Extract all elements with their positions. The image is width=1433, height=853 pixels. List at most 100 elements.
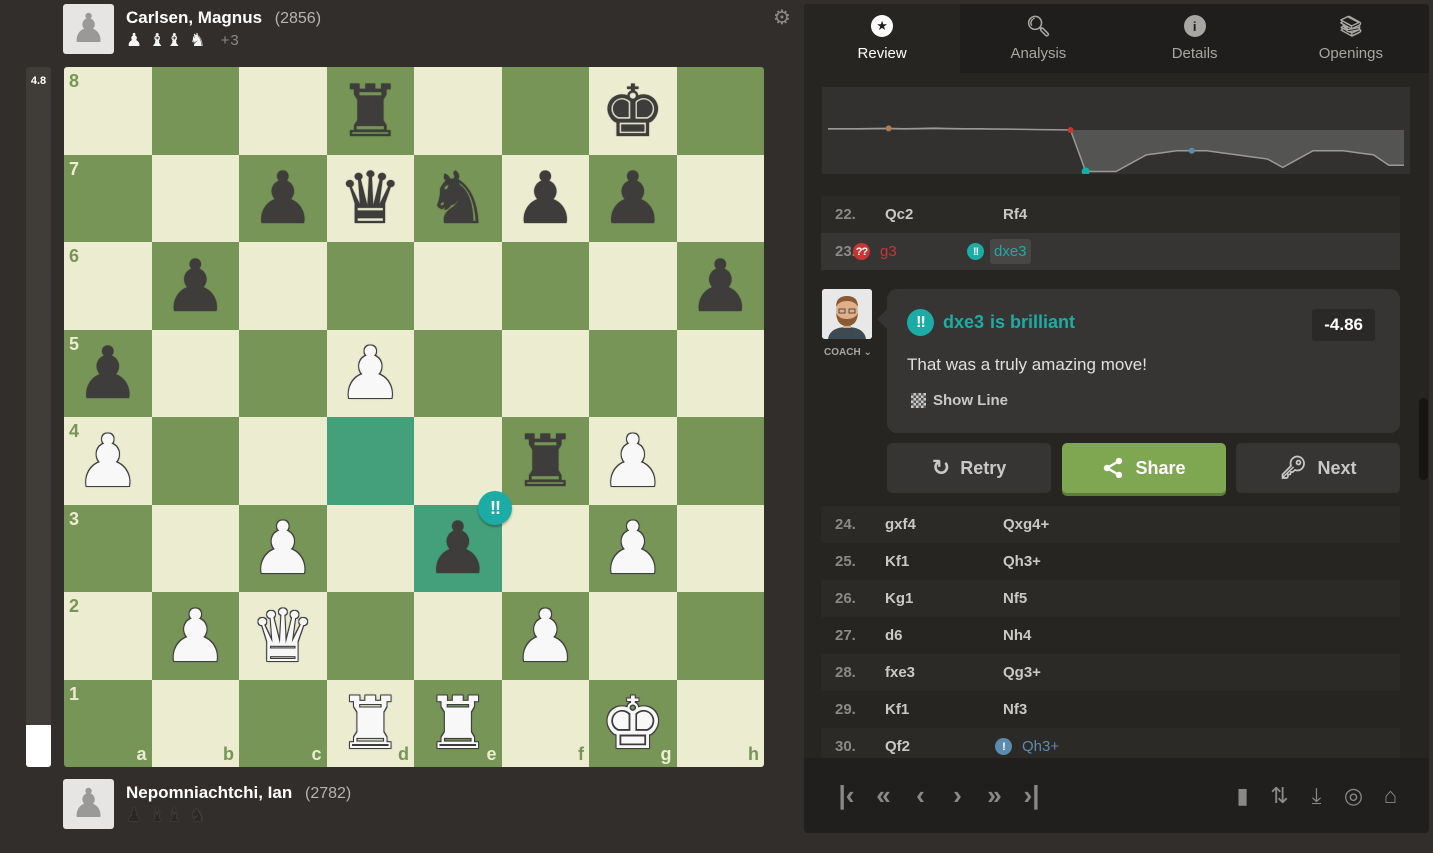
- top-player-name[interactable]: Carlsen, Magnus: [126, 8, 262, 27]
- square-b5[interactable]: [151, 329, 239, 417]
- black-queen-piece[interactable]: ♛: [338, 162, 403, 234]
- bottom-player-name[interactable]: Nepomniachtchi, Ian: [126, 783, 292, 802]
- square-e6[interactable]: [414, 242, 502, 330]
- black-rook-piece[interactable]: ♜: [513, 425, 578, 497]
- square-g6[interactable]: [589, 242, 677, 330]
- square-e8[interactable]: [414, 67, 502, 155]
- square-d3[interactable]: [326, 504, 414, 592]
- white-king-piece[interactable]: ♚: [600, 687, 665, 759]
- square-f5[interactable]: [501, 329, 589, 417]
- white-move[interactable]: fxe3: [881, 660, 919, 685]
- black-move[interactable]: Qg3+: [999, 660, 1045, 685]
- chess-board[interactable]: 8 ♜ ♚ 7 ♟ ♛ ♞ ♟ ♟ 6 ♟ ♟ 5 ♟ ♟ 4 ♟ ♜ ♟ 3 ♟ ♟ ♟ 2 ♟ ♛ ♟ 1 a b c d ♜ e ♜ f g ♚ h: [64, 67, 764, 767]
- back-5-button[interactable]: «: [865, 780, 902, 811]
- square-c7[interactable]: ♟: [239, 154, 327, 242]
- square-b4[interactable]: [151, 417, 239, 505]
- square-c6[interactable]: [239, 242, 327, 330]
- top-player-avatar[interactable]: ♟: [63, 4, 114, 54]
- square-g5[interactable]: [589, 329, 677, 417]
- white-pawn-piece[interactable]: ♟: [600, 425, 665, 497]
- show-line-button[interactable]: Show Line: [911, 392, 1008, 409]
- square-f7[interactable]: ♟: [501, 154, 589, 242]
- bottom-player-avatar[interactable]: ♟: [63, 779, 114, 829]
- tab-details[interactable]: i Details: [1117, 4, 1273, 73]
- square-h3[interactable]: [676, 504, 764, 592]
- square-g2[interactable]: [589, 592, 677, 680]
- square-d2[interactable]: [326, 592, 414, 680]
- next-move-button[interactable]: ›: [939, 780, 976, 811]
- forward-5-button[interactable]: »: [976, 780, 1013, 811]
- square-g1[interactable]: g ♚: [589, 679, 677, 767]
- square-e7[interactable]: ♞: [414, 154, 502, 242]
- white-pawn-piece[interactable]: ♟: [600, 512, 665, 584]
- white-move[interactable]: g3: [876, 239, 901, 264]
- white-queen-piece[interactable]: ♛: [250, 600, 315, 672]
- black-move[interactable]: Qh3+: [999, 549, 1045, 574]
- settings-gear-icon[interactable]: ⚙: [773, 8, 793, 28]
- square-h8[interactable]: [676, 67, 764, 155]
- white-move[interactable]: gxf4: [881, 512, 920, 537]
- square-f6[interactable]: [501, 242, 589, 330]
- white-move[interactable]: Kf1: [881, 549, 913, 574]
- black-pawn-piece[interactable]: ♟: [250, 162, 315, 234]
- white-move[interactable]: Kf1: [881, 697, 913, 722]
- black-move[interactable]: Nf5: [999, 586, 1031, 611]
- square-b3[interactable]: [151, 504, 239, 592]
- evaluation-graph[interactable]: [822, 87, 1410, 174]
- square-f2[interactable]: ♟: [501, 592, 589, 680]
- square-e5[interactable]: [414, 329, 502, 417]
- white-pawn-piece[interactable]: ♟: [513, 600, 578, 672]
- black-move[interactable]: Qh3+: [1018, 734, 1063, 759]
- black-move[interactable]: Qxg4+: [999, 512, 1053, 537]
- square-b2[interactable]: ♟: [151, 592, 239, 680]
- square-g8[interactable]: ♚: [589, 67, 677, 155]
- square-c5[interactable]: [239, 329, 327, 417]
- square-f8[interactable]: [501, 67, 589, 155]
- black-pawn-piece[interactable]: ♟: [600, 162, 665, 234]
- square-h7[interactable]: [676, 154, 764, 242]
- square-d5[interactable]: ♟: [326, 329, 414, 417]
- square-f3[interactable]: [501, 504, 589, 592]
- share-button[interactable]: Share: [1061, 443, 1226, 493]
- retry-button[interactable]: ↻ Retry: [887, 443, 1051, 493]
- square-c3[interactable]: ♟: [239, 504, 327, 592]
- square-d1[interactable]: d ♜: [326, 679, 414, 767]
- square-h1[interactable]: h: [676, 679, 764, 767]
- square-d7[interactable]: ♛: [326, 154, 414, 242]
- white-pawn-piece[interactable]: ♟: [75, 425, 140, 497]
- white-pawn-piece[interactable]: ♟: [163, 600, 228, 672]
- black-move[interactable]: Nh4: [999, 623, 1035, 648]
- square-a2[interactable]: 2: [64, 592, 152, 680]
- square-e2[interactable]: [414, 592, 502, 680]
- white-rook-piece[interactable]: ♜: [338, 687, 403, 759]
- white-move[interactable]: Kg1: [881, 586, 917, 611]
- black-pawn-piece[interactable]: ♟: [163, 250, 228, 322]
- download-icon[interactable]: ⤓: [1298, 783, 1335, 809]
- move-list-scrollbar[interactable]: [1419, 398, 1428, 480]
- tab-analysis[interactable]: 🔍︎ Analysis: [960, 4, 1116, 73]
- black-pawn-piece[interactable]: ♟: [425, 512, 490, 584]
- square-b8[interactable]: [151, 67, 239, 155]
- square-a5[interactable]: 5 ♟: [64, 329, 152, 417]
- square-e1[interactable]: e ♜: [414, 679, 502, 767]
- square-c1[interactable]: c: [239, 679, 327, 767]
- white-pawn-piece[interactable]: ♟: [338, 337, 403, 409]
- stats-icon[interactable]: ▮: [1224, 783, 1261, 809]
- square-f4[interactable]: ♜: [501, 417, 589, 505]
- coach-dropdown[interactable]: COACH ⌄: [824, 347, 872, 358]
- square-h4[interactable]: [676, 417, 764, 505]
- black-rook-piece[interactable]: ♜: [338, 75, 403, 147]
- square-g4[interactable]: ♟: [589, 417, 677, 505]
- last-move-button[interactable]: ›|: [1013, 780, 1050, 811]
- coach-avatar[interactable]: [822, 289, 872, 339]
- square-b6[interactable]: ♟: [151, 242, 239, 330]
- white-pawn-piece[interactable]: ♟: [250, 512, 315, 584]
- white-move[interactable]: Qf2: [881, 734, 914, 759]
- square-a7[interactable]: 7: [64, 154, 152, 242]
- square-f1[interactable]: f: [501, 679, 589, 767]
- square-b1[interactable]: b: [151, 679, 239, 767]
- square-c4[interactable]: [239, 417, 327, 505]
- white-move[interactable]: Qc2: [881, 202, 917, 227]
- white-move[interactable]: d6: [881, 623, 907, 648]
- next-button[interactable]: 🔑︎ Next: [1236, 443, 1400, 493]
